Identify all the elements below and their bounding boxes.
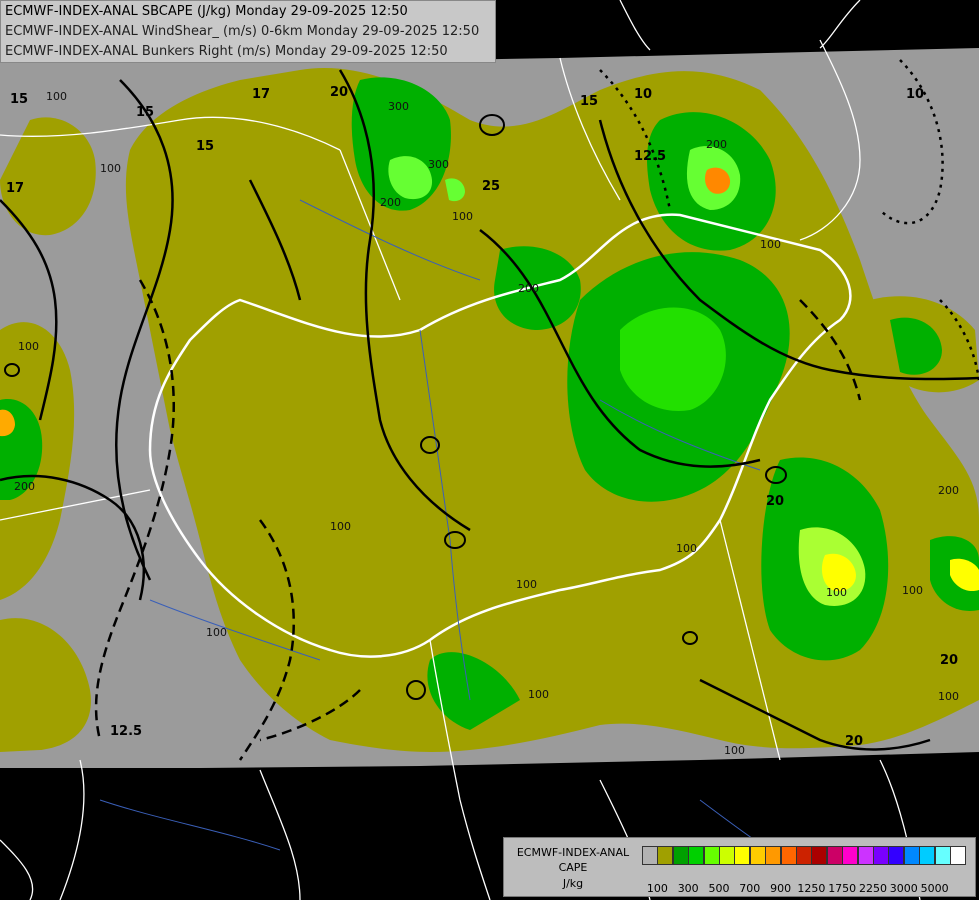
shear-label: 20 (940, 653, 958, 668)
legend-swatch (811, 846, 828, 865)
legend-swatch (672, 846, 689, 865)
shear-label: 20 (766, 494, 784, 509)
shear-label: 17 (6, 181, 24, 196)
shear-label: 25 (482, 179, 500, 194)
cape-map: 15 15 15 17 17 25 20 12.5 10 15 20 20 12… (0, 0, 979, 900)
legend-swatch (734, 846, 751, 865)
cape-label: 200 (14, 480, 35, 493)
legend-swatch (873, 846, 889, 865)
cape-label: 100 (452, 210, 473, 223)
cape-label: 100 (46, 90, 67, 103)
legend-swatch (903, 846, 920, 865)
cape-label: 100 (902, 584, 923, 597)
legend-tick-label: 300 (677, 882, 699, 895)
cape-label: 200 (938, 484, 959, 497)
cape-label: 100 (724, 744, 745, 757)
legend-swatch (826, 846, 843, 865)
shear-label: 15 (136, 105, 154, 120)
cape-label: 100 (826, 586, 847, 599)
shear-label: 15 (580, 94, 598, 109)
legend-title-model: ECMWF-INDEX-ANAL (516, 846, 630, 859)
shear-label: 15 (10, 92, 28, 107)
legend-swatch (950, 846, 966, 865)
legend-swatch (842, 846, 859, 865)
legend-swatch (719, 846, 735, 865)
legend-tick-label: 900 (770, 882, 792, 895)
title-sbcape: ECMWF-INDEX-ANAL SBCAPE (J/kg) Monday 29… (5, 4, 408, 19)
legend-swatch (919, 846, 936, 865)
cape-label: 100 (760, 238, 781, 251)
legend-swatch (796, 846, 812, 865)
shear-label: 20 (330, 85, 348, 100)
cape-label: 200 (518, 282, 539, 295)
legend-swatch (934, 846, 951, 865)
title-windshear: ECMWF-INDEX-ANAL WindShear_ (m/s) 0-6km … (5, 24, 480, 39)
legend-swatch (703, 846, 720, 865)
legend-tick-label: 5000 (920, 882, 949, 895)
legend-tick-label: 700 (739, 882, 761, 895)
legend-swatch (765, 846, 782, 865)
shear-label: 12.5 (634, 149, 666, 164)
legend-swatch (642, 846, 658, 865)
cape-label: 300 (388, 100, 409, 113)
shear-label: 10 (634, 87, 652, 102)
cape-label: 100 (18, 340, 39, 353)
cape-label: 100 (676, 542, 697, 555)
cape-label: 100 (938, 690, 959, 703)
map-title-box: ECMWF-INDEX-ANAL SBCAPE (J/kg) Monday 29… (0, 0, 496, 63)
cape-label: 100 (206, 626, 227, 639)
legend-swatch (657, 846, 674, 865)
legend-title-unit: J/kg (562, 877, 584, 890)
legend-tick-label: 1250 (797, 882, 826, 895)
legend-swatch (749, 846, 766, 865)
title-bunkers: ECMWF-INDEX-ANAL Bunkers Right (m/s) Mon… (5, 44, 448, 59)
cape-label: 100 (516, 578, 537, 591)
legend-title-variable: CAPE (558, 861, 588, 874)
shear-label: 12.5 (110, 724, 142, 739)
legend-tick-label: 3000 (889, 882, 918, 895)
cape-label: 100 (330, 520, 351, 533)
shear-label: 17 (252, 87, 270, 102)
shear-label: 20 (845, 734, 863, 749)
legend-swatch (688, 846, 705, 865)
legend-tick-label: 2250 (859, 882, 887, 895)
legend-swatch (888, 846, 905, 865)
legend-tick-label: 500 (708, 882, 730, 895)
cape-legend: ECMWF-INDEX-ANAL CAPE J/kg 100 300 500 700 9… (503, 837, 976, 897)
cape-label: 200 (706, 138, 727, 151)
shear-label: 15 (196, 139, 214, 154)
shear-label: 10 (906, 87, 924, 102)
legend-swatch (857, 846, 874, 865)
cape-label: 300 (428, 158, 449, 171)
legend-swatch (780, 846, 797, 865)
legend-tick-label: 100 (646, 882, 668, 895)
cape-label: 100 (100, 162, 121, 175)
cape-label: 100 (528, 688, 549, 701)
legend-tick-label: 1750 (828, 882, 857, 895)
cape-label: 200 (380, 196, 401, 209)
